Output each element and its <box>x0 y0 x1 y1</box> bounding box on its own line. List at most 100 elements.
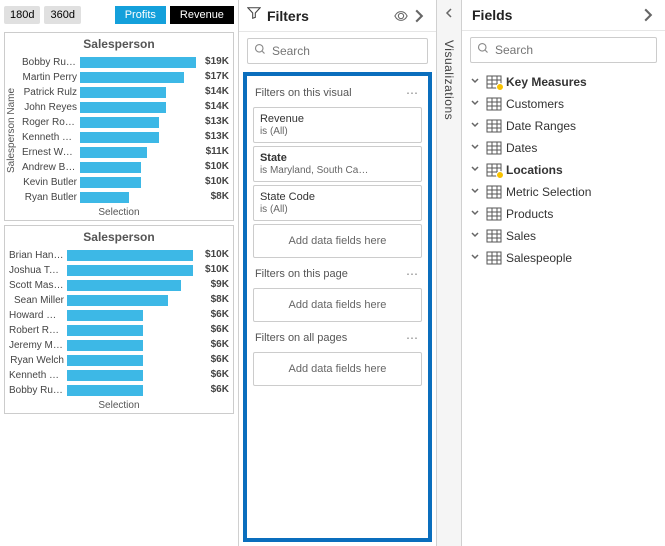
bar-track: $8K <box>80 192 229 203</box>
section-visual-menu[interactable]: ⋯ <box>404 86 420 100</box>
bar-value: $6K <box>211 309 229 320</box>
bar-fill <box>80 117 159 128</box>
bar-name: Howard Ga… <box>9 310 67 321</box>
bar-value: $13K <box>205 116 229 127</box>
bar-row[interactable]: Sean Miller$8K <box>9 293 229 308</box>
field-table-row[interactable]: Dates <box>468 137 659 159</box>
bar-row[interactable]: John Reyes$14K <box>22 100 229 115</box>
chevron-down-icon <box>470 163 482 177</box>
bar-name: Joshua Tayl… <box>9 265 67 276</box>
section-page-menu[interactable]: ⋯ <box>404 267 420 281</box>
search-icon <box>254 42 266 60</box>
bar-row[interactable]: Ernest Wag…$11K <box>22 145 229 160</box>
preview-icon[interactable] <box>392 7 410 25</box>
time-button-360d[interactable]: 360d <box>44 6 80 24</box>
bar-name: John Reyes <box>22 102 80 113</box>
bar-row[interactable]: Bobby Russ…$6K <box>9 383 229 398</box>
bar-value: $10K <box>205 264 229 275</box>
bar-row[interactable]: Ryan Welch $6K <box>9 353 229 368</box>
bar-row[interactable]: Andrew Bo…$10K <box>22 160 229 175</box>
bar-track: $11K <box>80 147 229 158</box>
bar-row[interactable]: Robert Reed$6K <box>9 323 229 338</box>
fields-search[interactable] <box>470 37 657 63</box>
bar-value: $8K <box>211 294 229 305</box>
field-table-row[interactable]: Metric Selection <box>468 181 659 203</box>
bar-row[interactable]: Joshua Tayl… $10K <box>9 263 229 278</box>
fields-search-input[interactable] <box>495 43 650 57</box>
bar-row[interactable]: Jeremy Ma…$6K <box>9 338 229 353</box>
field-table-row[interactable]: Salespeople <box>468 247 659 269</box>
bar-fill <box>67 340 143 351</box>
filter-icon <box>247 6 261 25</box>
bar-name: Andrew Bo… <box>22 162 80 173</box>
fields-title: Fields <box>472 7 512 23</box>
section-all-title: Filters on all pages <box>255 332 347 344</box>
filter-card[interactable]: Stateis Maryland, South Ca… <box>253 146 422 182</box>
bar-fill <box>67 250 193 261</box>
bar-fill <box>80 87 166 98</box>
fields-panel: Fields Key Measures Customers Date RangesD… <box>462 0 665 546</box>
filter-card[interactable]: Revenueis (All) <box>253 107 422 143</box>
bar-row[interactable]: Kenneth Fi…$13K <box>22 130 229 145</box>
bar-name: Scott Mason <box>9 280 67 291</box>
bar-value: $19K <box>205 56 229 67</box>
badge-icon <box>496 83 504 91</box>
bar-row[interactable]: Kenneth Fi…$6K <box>9 368 229 383</box>
bar-value: $6K <box>211 324 229 335</box>
bar-value: $6K <box>211 354 229 365</box>
bar-track: $10K <box>67 250 229 261</box>
bar-value: $17K <box>205 71 229 82</box>
bar-fill <box>80 162 141 173</box>
bar-row[interactable]: Scott Mason$9K <box>9 278 229 293</box>
bar-row[interactable]: Brian Hansen$10K <box>9 248 229 263</box>
bar-track: $9K <box>67 280 229 291</box>
x-axis-label: Selection <box>5 205 233 218</box>
table-icon <box>486 251 502 265</box>
chart-salesperson-2[interactable]: SalespersonBrian Hansen$10KJoshua Tayl…$… <box>4 225 234 414</box>
tab-profits[interactable]: Profits <box>115 6 166 24</box>
bar-row[interactable]: Martin Perry$17K <box>22 70 229 85</box>
chevron-down-icon <box>470 75 482 89</box>
add-page-filter[interactable]: Add data fields here <box>253 288 422 322</box>
bar-fill <box>80 177 141 188</box>
section-page-head: Filters on this page ⋯ <box>251 261 424 285</box>
field-name: Customers <box>506 97 564 111</box>
time-button-180d[interactable]: 180d <box>4 6 40 24</box>
tab-revenue[interactable]: Revenue <box>170 6 234 24</box>
chart-salesperson-1[interactable]: SalespersonSalesperson NameBobby Rus…$19… <box>4 32 234 221</box>
filter-card[interactable]: State Codeis (All) <box>253 185 422 221</box>
field-name: Metric Selection <box>506 185 591 199</box>
visualizations-expand-icon[interactable] <box>437 0 461 18</box>
field-table-row[interactable]: Key Measures <box>468 71 659 93</box>
bar-name: Ryan Welch <box>9 355 67 366</box>
bar-row[interactable]: Roger Rob…$13K <box>22 115 229 130</box>
bar-row[interactable]: Howard Ga… $6K <box>9 308 229 323</box>
bar-row[interactable]: Bobby Rus… $19K <box>22 55 229 70</box>
bar-track: $19K <box>80 57 229 68</box>
bar-row[interactable]: Patrick Rulz$14K <box>22 85 229 100</box>
filters-search[interactable] <box>247 38 428 64</box>
chevron-down-icon <box>470 185 482 199</box>
field-table-row[interactable]: Customers <box>468 93 659 115</box>
bar-value: $8K <box>211 191 229 202</box>
filter-card-title: State Code <box>260 191 415 203</box>
bar-name: Ryan Butler <box>22 192 80 203</box>
bar-row[interactable]: Kevin Butler$10K <box>22 175 229 190</box>
y-axis-label: Salesperson Name <box>5 55 18 205</box>
bar-track: $13K <box>80 132 229 143</box>
fields-collapse-icon[interactable] <box>639 6 657 24</box>
bar-name: Bobby Rus… <box>22 57 80 68</box>
section-all-menu[interactable]: ⋯ <box>404 331 420 345</box>
field-table-row[interactable]: Locations <box>468 159 659 181</box>
visualizations-panel-collapsed[interactable]: Visualizations <box>437 0 462 546</box>
collapse-icon[interactable] <box>410 7 428 25</box>
add-all-filter[interactable]: Add data fields here <box>253 352 422 386</box>
bar-fill <box>80 102 166 113</box>
field-table-row[interactable]: Date Ranges <box>468 115 659 137</box>
add-visual-filter[interactable]: Add data fields here <box>253 224 422 258</box>
field-table-row[interactable]: Products <box>468 203 659 225</box>
field-table-row[interactable]: Sales <box>468 225 659 247</box>
bar-value: $6K <box>211 339 229 350</box>
filters-search-input[interactable] <box>272 44 427 58</box>
bar-row[interactable]: Ryan Butler $8K <box>22 190 229 205</box>
